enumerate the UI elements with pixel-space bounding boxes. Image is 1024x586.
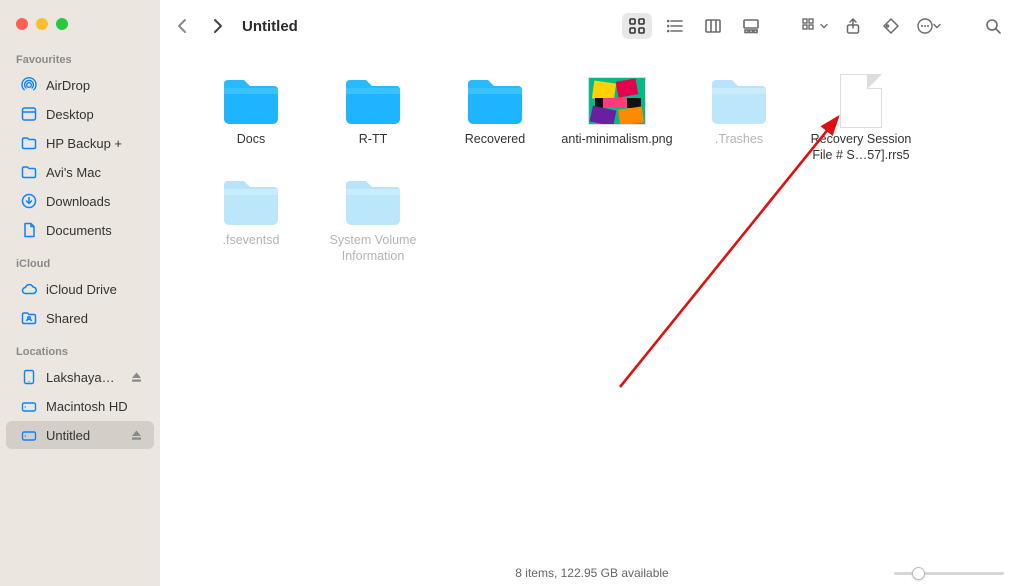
folder-item[interactable]: Docs [190,74,312,163]
toolbar: Untitled [160,0,1024,52]
zoom-slider[interactable] [894,565,1004,581]
disk-icon [20,397,38,415]
folder-icon [20,163,38,181]
item-label: anti-minimalism.png [561,132,672,148]
ipad-icon [20,368,38,386]
share-button[interactable] [838,13,868,39]
item-label: .Trashes [715,132,763,148]
sidebar-item-untitled[interactable]: Untitled [6,421,154,449]
folder-item[interactable]: .Trashes [678,74,800,163]
close-window-button[interactable] [16,18,28,30]
item-label: .fseventsd [223,233,280,249]
folder-item[interactable]: Recovered [434,74,556,163]
finder-window: Favourites AirDrop Desktop HP Backup + Avi's… [0,0,1024,586]
sidebar-item-icloud-drive[interactable]: iCloud Drive [6,275,154,303]
gallery-icon [742,17,760,35]
file-icon [828,74,894,128]
folder-icon [706,74,772,128]
sidebar-item-shared[interactable]: Shared [6,304,154,332]
share-icon [844,17,862,35]
eject-icon[interactable] [130,428,144,442]
folder-item[interactable]: R-TT [312,74,434,163]
sidebar-item-label: Avi's Mac [46,165,144,180]
icon-view-button[interactable] [622,13,652,39]
chevron-right-icon [209,18,225,34]
sidebar-item-label: Desktop [46,107,144,122]
forward-button[interactable] [204,13,230,39]
sidebar-item-downloads[interactable]: Downloads [6,187,154,215]
window-title: Untitled [242,18,298,35]
gallery-view-button[interactable] [736,13,766,39]
tags-button[interactable] [876,13,906,39]
sidebar-item-label: Macintosh HD [46,399,144,414]
item-label: Recovered [465,132,525,148]
main-area: Untitled [160,0,1024,586]
sidebar-section-header: Favourites [0,50,160,70]
eject-icon[interactable] [130,370,144,384]
desktop-icon [20,105,38,123]
folder-icon [340,175,406,229]
sidebar-item-hp-backup[interactable]: HP Backup + [6,129,154,157]
download-icon [20,192,38,210]
sidebar-item-airdrop[interactable]: AirDrop [6,71,154,99]
group-by-button[interactable] [800,13,830,39]
column-view-button[interactable] [698,13,728,39]
sidebar-item-desktop[interactable]: Desktop [6,100,154,128]
sidebar-item-lakshaya[interactable]: Lakshaya… [6,363,154,391]
sidebar-item-label: Shared [46,311,144,326]
sidebar-item-macintosh-hd[interactable]: Macintosh HD [6,392,154,420]
shared-icon [20,309,38,327]
status-bar: 8 items, 122.95 GB available [160,560,1024,586]
item-label: R-TT [359,132,387,148]
image-item[interactable]: anti-minimalism.png [556,74,678,163]
group-icon [801,17,821,35]
maximize-window-button[interactable] [56,18,68,30]
cloud-icon [20,280,38,298]
sidebar-section-header: iCloud [0,254,160,274]
chevron-left-icon [175,18,191,34]
actions-button[interactable] [914,13,944,39]
sidebar-item-documents[interactable]: Documents [6,216,154,244]
image-thumbnail-icon [584,74,650,128]
window-controls [0,18,160,30]
columns-icon [704,17,722,35]
item-label: Docs [237,132,265,148]
folder-item[interactable]: .fseventsd [190,175,312,264]
list-view-button[interactable] [660,13,690,39]
folder-icon [218,74,284,128]
sidebar-item-label: HP Backup + [46,136,144,151]
list-icon [666,17,684,35]
folder-icon [218,175,284,229]
grid-icon [628,17,646,35]
sidebar: Favourites AirDrop Desktop HP Backup + Avi's… [0,0,160,586]
tag-icon [882,17,900,35]
chevron-down-icon [932,21,942,31]
item-label: System Volume Information [317,233,429,264]
sidebar-item-label: Documents [46,223,144,238]
file-item[interactable]: Recovery Session File # S…57].rrs5 [800,74,922,163]
disk-icon [20,426,38,444]
folder-icon [462,74,528,128]
item-label: Recovery Session File # S…57].rrs5 [805,132,917,163]
sidebar-item-label: AirDrop [46,78,144,93]
search-icon [984,17,1002,35]
items-grid[interactable]: Docs R-TT Recovered anti-minimalism.png … [160,52,1024,560]
back-button[interactable] [170,13,196,39]
minimize-window-button[interactable] [36,18,48,30]
sidebar-item-label: Lakshaya… [46,370,122,385]
sidebar-item-label: Downloads [46,194,144,209]
sidebar-item-avi-s-mac[interactable]: Avi's Mac [6,158,154,186]
sidebar-section-header: Locations [0,342,160,362]
folder-icon [20,134,38,152]
document-icon [20,221,38,239]
sidebar-item-label: iCloud Drive [46,282,144,297]
folder-icon [340,74,406,128]
chevron-down-icon [819,21,829,31]
search-button[interactable] [978,13,1008,39]
status-text: 8 items, 122.95 GB available [515,566,668,580]
sidebar-item-label: Untitled [46,428,122,443]
airdrop-icon [20,76,38,94]
folder-item[interactable]: System Volume Information [312,175,434,264]
